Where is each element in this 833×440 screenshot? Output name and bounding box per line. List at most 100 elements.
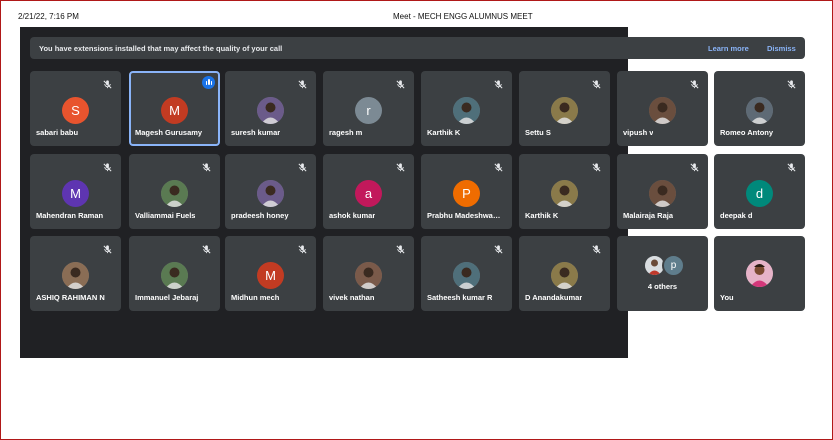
mic-off-icon [102,77,113,89]
participant-initial-avatar: M [161,97,188,124]
participant-tile[interactable]: r ragesh m [323,71,414,146]
participant-name: Settu S [525,128,551,137]
mic-off-icon [689,77,700,89]
participant-tile[interactable]: suresh kumar [225,71,316,146]
participant-photo-avatar [551,180,578,207]
dismiss-button[interactable]: Dismiss [767,44,796,53]
participant-photo-avatar [551,262,578,289]
participant-tile[interactable]: M Midhun mech [225,236,316,311]
mic-off-icon [297,77,308,89]
participant-name: deepak d [720,211,753,220]
participant-photo-avatar [161,180,188,207]
participant-photo-avatar [649,180,676,207]
self-tile[interactable]: You [714,236,805,311]
participant-tile[interactable]: pradeesh honey [225,154,316,229]
mic-off-icon [786,77,797,89]
participant-initial-avatar: S [62,97,89,124]
participant-tile[interactable]: d deepak d [714,154,805,229]
participant-initial-avatar: M [62,180,89,207]
participant-name: ASHIQ RAHIMAN N [36,293,105,302]
participant-name: D Anandakumar [525,293,583,302]
participant-tile[interactable]: Karthik K [519,154,610,229]
participant-name: ragesh m [329,128,363,137]
participant-tile[interactable]: Satheesh kumar R [421,236,512,311]
participant-name: suresh kumar [231,128,281,137]
participant-photo-avatar [649,97,676,124]
participant-photo-avatar [551,97,578,124]
participant-tile[interactable]: M Mahendran Raman [30,154,121,229]
participant-photo-avatar [62,262,89,289]
mic-off-icon [591,77,602,89]
participant-name: Mahendran Raman [36,211,104,220]
participant-tile[interactable]: vipush v [617,71,708,146]
extension-warning-text: You have extensions installed that may a… [39,44,283,53]
participant-photo-avatar [453,262,480,289]
mic-off-icon [591,242,602,254]
participant-tile[interactable]: Malairaja Raja [617,154,708,229]
learn-more-link[interactable]: Learn more [708,44,749,53]
participant-photo-avatar [257,97,284,124]
participant-initial-avatar: a [355,180,382,207]
participant-tile[interactable]: Karthik K [421,71,512,146]
others-avatar-initial: p [662,254,685,277]
participant-tile[interactable]: P Prabhu Madeshwa… [421,154,512,229]
mic-off-icon [493,160,504,172]
participant-photo-avatar [453,97,480,124]
participant-name: vipush v [623,128,654,137]
self-label: You [720,293,734,302]
print-date: 2/21/22, 7:16 PM [18,12,79,21]
participant-name: sabari babu [36,128,79,137]
mic-off-icon [201,160,212,172]
participant-name: Valliammai Fuels [135,211,196,220]
mic-off-icon [689,160,700,172]
others-tile[interactable]: p 4 others [617,236,708,311]
mic-off-icon [591,160,602,172]
participant-name: Immanuel Jebaraj [135,293,199,302]
participant-initial-avatar: M [257,262,284,289]
mic-off-icon [297,160,308,172]
participant-tile[interactable]: a ashok kumar [323,154,414,229]
participant-tile[interactable]: Romeo Antony [714,71,805,146]
participant-tile[interactable]: D Anandakumar [519,236,610,311]
mic-off-icon [395,77,406,89]
mic-off-icon [102,242,113,254]
mic-off-icon [201,242,212,254]
participant-name: Karthik K [525,211,559,220]
participant-photo-avatar [355,262,382,289]
others-label: 4 others [647,282,678,291]
participant-tile[interactable]: M Magesh Gurusamy [129,71,220,146]
mic-off-icon [102,160,113,172]
participant-tile[interactable]: vivek nathan [323,236,414,311]
participant-name: Karthik K [427,128,461,137]
mic-off-icon [493,242,504,254]
extension-warning-banner: You have extensions installed that may a… [30,37,805,59]
participant-tile[interactable]: Immanuel Jebaraj [129,236,220,311]
participant-tile[interactable]: ASHIQ RAHIMAN N [30,236,121,311]
mic-off-icon [493,77,504,89]
participant-name: Prabhu Madeshwa… [427,211,501,220]
participant-name: Malairaja Raja [623,211,674,220]
mic-off-icon [395,242,406,254]
mic-off-icon [786,160,797,172]
participant-name: pradeesh honey [231,211,289,220]
participant-name: ashok kumar [329,211,376,220]
participant-name: Romeo Antony [720,128,774,137]
participant-tile[interactable]: Ssabari babu [30,71,121,146]
mic-off-icon [297,242,308,254]
print-title: Meet - MECH ENGG ALUMNUS MEET [393,12,533,21]
participant-photo-avatar [746,97,773,124]
participant-tile[interactable]: Valliammai Fuels [129,154,220,229]
participant-tile[interactable]: Settu S [519,71,610,146]
speaking-indicator-icon [202,76,215,89]
participant-name: Satheesh kumar R [427,293,493,302]
participant-initial-avatar: P [453,180,480,207]
self-avatar [746,260,773,287]
participant-name: Magesh Gurusamy [135,128,203,137]
participant-initial-avatar: d [746,180,773,207]
mic-off-icon [395,160,406,172]
participant-name: vivek nathan [329,293,375,302]
participant-name: Midhun mech [231,293,280,302]
participant-photo-avatar [161,262,188,289]
participant-initial-avatar: r [355,97,382,124]
participant-photo-avatar [257,180,284,207]
